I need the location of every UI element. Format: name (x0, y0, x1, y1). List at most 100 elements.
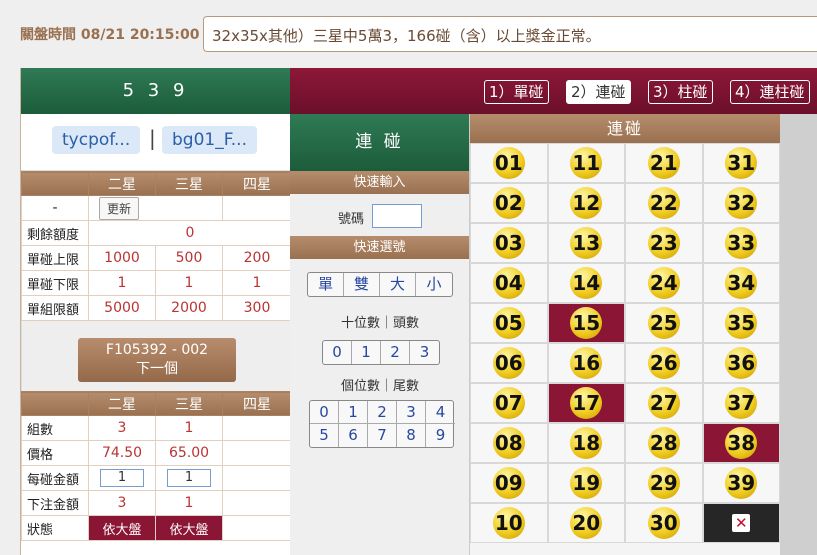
units-digit-button[interactable]: 8 (397, 424, 426, 447)
number-ball[interactable]: 22 (647, 187, 680, 219)
number-ball[interactable]: 03 (492, 227, 525, 259)
number-ball[interactable]: 05 (492, 307, 525, 339)
number-ball[interactable]: 31 (725, 147, 758, 179)
ball-cell[interactable]: 33 (702, 223, 780, 263)
number-ball[interactable]: 30 (647, 507, 680, 539)
units-digit-button[interactable]: 6 (339, 424, 368, 447)
ball-cell[interactable]: 08 (470, 423, 548, 463)
number-ball[interactable]: 33 (725, 227, 758, 259)
update-button[interactable]: 更新 (99, 196, 140, 220)
number-ball[interactable]: 23 (647, 227, 680, 259)
number-ball[interactable]: 09 (492, 467, 525, 499)
number-ball[interactable]: 25 (647, 307, 680, 339)
number-ball[interactable]: 08 (492, 427, 525, 459)
number-ball[interactable]: 06 (492, 347, 525, 379)
ball-cell[interactable]: 16 (547, 343, 625, 383)
ball-cell[interactable]: 30 (625, 503, 703, 543)
ball-cell[interactable]: 26 (625, 343, 703, 383)
tab-consecutive-column[interactable]: 4）連柱碰 (730, 80, 810, 104)
number-ball[interactable]: 10 (492, 507, 525, 539)
tens-digit-button[interactable]: 2 (381, 341, 410, 364)
close-icon[interactable]: ✕ (732, 514, 751, 532)
tens-digit-button[interactable]: 1 (352, 341, 381, 364)
number-ball[interactable]: 04 (492, 267, 525, 299)
ball-cell[interactable]: 10 (470, 503, 548, 543)
ball-cell[interactable]: 18 (547, 423, 625, 463)
tab-single[interactable]: 1）單碰 (484, 80, 549, 104)
ball-cell[interactable]: 09 (470, 463, 548, 503)
ball-cell[interactable]: 27 (625, 383, 703, 423)
next-button[interactable]: F105392 - 002 下一個 (78, 338, 236, 382)
user-chip-1[interactable]: tycpof... (52, 126, 141, 154)
number-ball[interactable]: 28 (647, 427, 680, 459)
number-ball[interactable]: 18 (570, 427, 603, 459)
number-ball[interactable]: 19 (570, 467, 603, 499)
ball-cell[interactable]: 01 (470, 143, 548, 183)
big-button[interactable]: 大 (380, 273, 416, 296)
number-ball[interactable]: 36 (725, 347, 758, 379)
number-ball[interactable]: 17 (570, 387, 603, 419)
ball-cell[interactable]: 23 (625, 223, 703, 263)
ball-cell[interactable]: 04 (470, 263, 548, 303)
ball-cell[interactable]: 25 (625, 303, 703, 343)
number-ball[interactable]: 34 (725, 267, 758, 299)
small-button[interactable]: 小 (416, 273, 452, 296)
ball-cell[interactable]: 31 (702, 143, 780, 183)
number-ball[interactable]: 35 (725, 307, 758, 339)
ball-cell[interactable]: 36 (702, 343, 780, 383)
number-ball[interactable]: 15 (570, 307, 603, 339)
ball-cell[interactable]: 13 (547, 223, 625, 263)
ball-cell[interactable]: 06 (470, 343, 548, 383)
clear-cell[interactable]: ✕ (702, 503, 780, 543)
units-digit-button[interactable]: 2 (368, 401, 397, 424)
units-digit-button[interactable]: 5 (310, 424, 339, 447)
number-ball[interactable]: 39 (725, 467, 758, 499)
ball-cell[interactable]: 20 (547, 503, 625, 543)
tens-digit-button[interactable]: 0 (323, 341, 352, 364)
ball-cell[interactable]: 17 (547, 383, 625, 423)
number-ball[interactable]: 11 (570, 147, 603, 179)
per-amount-input-2star[interactable]: 1 (100, 469, 144, 487)
ball-cell[interactable]: 15 (547, 303, 625, 343)
ball-cell[interactable]: 11 (547, 143, 625, 183)
tens-digit-button[interactable]: 3 (410, 341, 439, 364)
ball-cell[interactable]: 21 (625, 143, 703, 183)
ball-cell[interactable]: 29 (625, 463, 703, 503)
number-ball[interactable]: 29 (647, 467, 680, 499)
ball-cell[interactable]: 34 (702, 263, 780, 303)
number-ball[interactable]: 07 (492, 387, 525, 419)
number-input[interactable] (372, 204, 422, 228)
number-ball[interactable]: 12 (570, 187, 603, 219)
number-ball[interactable]: 02 (492, 187, 525, 219)
user-chip-2[interactable]: bg01_F... (162, 126, 257, 154)
ball-cell[interactable]: 28 (625, 423, 703, 463)
number-ball[interactable]: 01 (492, 147, 525, 179)
number-ball[interactable]: 13 (570, 227, 603, 259)
odd-button[interactable]: 單 (308, 273, 344, 296)
units-digit-button[interactable]: 3 (397, 401, 426, 424)
tab-consecutive[interactable]: 2）連碰 (566, 80, 631, 104)
ball-cell[interactable]: 35 (702, 303, 780, 343)
units-digit-button[interactable]: 9 (426, 424, 455, 447)
number-ball[interactable]: 27 (647, 387, 680, 419)
units-digit-button[interactable]: 7 (368, 424, 397, 447)
number-ball[interactable]: 38 (725, 427, 758, 459)
number-ball[interactable]: 21 (647, 147, 680, 179)
number-ball[interactable]: 24 (647, 267, 680, 299)
number-ball[interactable]: 16 (570, 347, 603, 379)
per-amount-input-3star[interactable]: 1 (167, 469, 211, 487)
number-ball[interactable]: 20 (570, 507, 603, 539)
ball-cell[interactable]: 32 (702, 183, 780, 223)
units-digit-button[interactable]: 0 (310, 401, 339, 424)
number-ball[interactable]: 26 (647, 347, 680, 379)
ball-cell[interactable]: 07 (470, 383, 548, 423)
number-ball[interactable]: 32 (725, 187, 758, 219)
ball-cell[interactable]: 05 (470, 303, 548, 343)
even-button[interactable]: 雙 (344, 273, 380, 296)
ball-cell[interactable]: 24 (625, 263, 703, 303)
ball-cell[interactable]: 39 (702, 463, 780, 503)
ball-cell[interactable]: 38 (702, 423, 780, 463)
ball-cell[interactable]: 02 (470, 183, 548, 223)
number-ball[interactable]: 14 (570, 267, 603, 299)
ball-cell[interactable]: 03 (470, 223, 548, 263)
